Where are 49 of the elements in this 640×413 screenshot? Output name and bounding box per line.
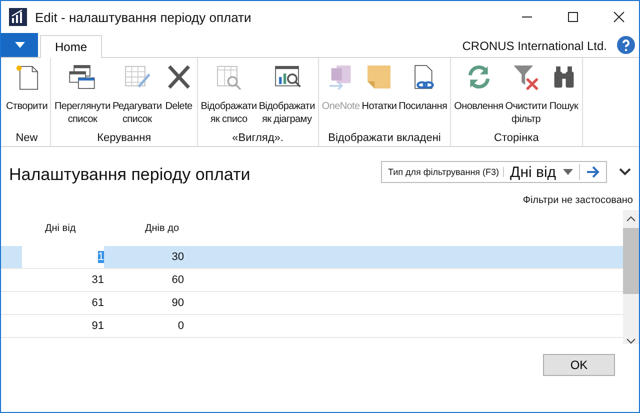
ribbon-button[interactable]: Очистити фільтр (504, 62, 548, 132)
company-name: CRONUS International Ltd. (462, 39, 607, 53)
ribbon-button[interactable]: Редагувати список (111, 62, 163, 132)
table-cell-text: 61 (90, 296, 104, 311)
ok-button[interactable]: OK (543, 354, 615, 376)
table-cell-text: 60 (170, 273, 184, 288)
ribbon-button[interactable]: Створити (5, 62, 48, 132)
ribbon-button[interactable]: Delete (162, 62, 195, 132)
scrollbar[interactable] (623, 210, 639, 344)
table-cell-text: 91 (90, 319, 104, 334)
ribbon-button[interactable]: Відображати як діаграму (258, 62, 316, 132)
ribbon-group-label: Керування (97, 132, 152, 144)
table-row[interactable]: 1 30 (1, 246, 623, 269)
scroll-up-icon[interactable] (626, 216, 636, 222)
ribbon-button[interactable]: Пошук (548, 62, 580, 132)
ribbon-group-label: Сторінка (494, 132, 539, 144)
table-cell-text: 90 (170, 296, 184, 311)
arrow-right-icon[interactable] (586, 166, 600, 178)
maximize-icon[interactable] (567, 11, 579, 23)
ribbon-button[interactable]: Відображати як списо (200, 62, 258, 132)
column-header[interactable]: Дні від (45, 222, 145, 234)
table-row[interactable]: 91 0 (1, 315, 623, 338)
ribbon-tab[interactable]: Home (40, 35, 102, 58)
table-row[interactable]: 61 90 (1, 292, 623, 315)
app-menu-button[interactable] (1, 33, 38, 57)
windows-icon (67, 62, 98, 92)
table-cell-text: 30 (170, 250, 184, 265)
close-icon[interactable] (613, 11, 625, 23)
filter-field[interactable]: Тип для фільтрування (F3) Дні від (381, 161, 607, 183)
table-cell-text: 31 (90, 273, 104, 288)
help-icon[interactable] (617, 36, 635, 54)
ribbon-group-label: New (16, 132, 38, 144)
chart-bars-icon (9, 8, 27, 26)
scroll-down-icon[interactable] (626, 338, 636, 344)
dropdown-caret-icon[interactable] (563, 169, 573, 175)
ribbon-group-label: «Вигляд». (232, 132, 284, 144)
window-title: Edit - налаштування періоду оплати (35, 10, 252, 24)
column-header[interactable]: Днів до (145, 222, 180, 234)
chevron-down-icon[interactable] (619, 168, 631, 176)
ribbon-group-label: Відображати вкладені (328, 132, 441, 144)
ribbon-button[interactable]: Посилання (398, 62, 448, 132)
table-cell-text: 0 (176, 319, 184, 334)
table-row[interactable]: 31 60 (1, 269, 623, 292)
ribbon-button[interactable]: Оновлення (453, 62, 504, 132)
ribbon-button[interactable]: Нотатки (360, 62, 398, 132)
page-title: Налаштування періоду оплати (9, 164, 250, 185)
caret-icon (14, 42, 24, 48)
ribbon-button[interactable]: Переглянути список (53, 62, 112, 132)
filter-status: Фільтри не застосовано (522, 195, 633, 206)
